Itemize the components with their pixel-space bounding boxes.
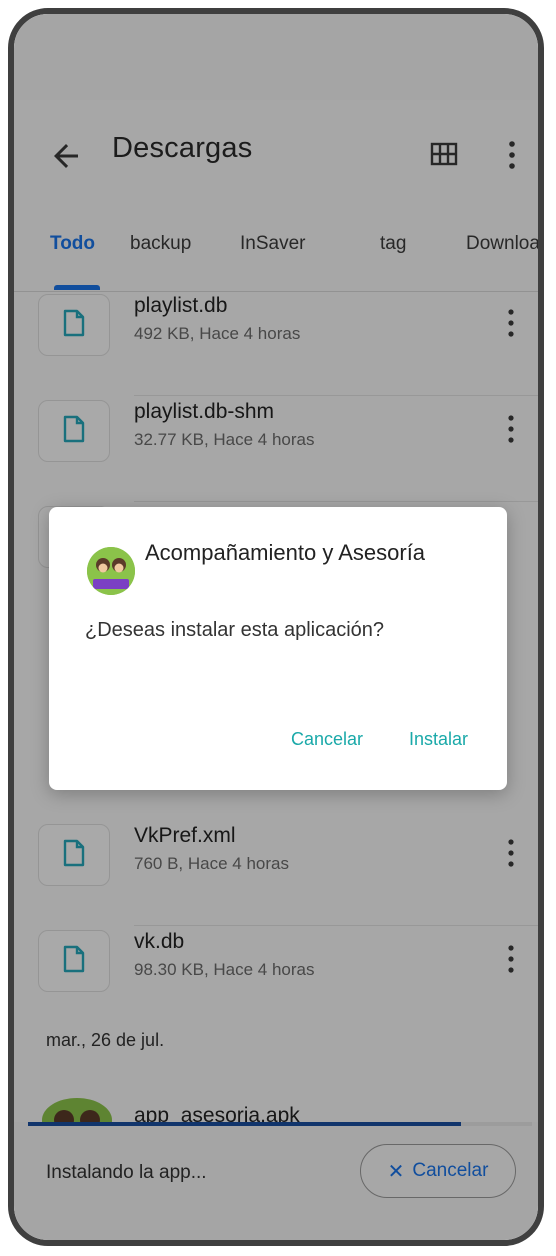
app-icon [87, 547, 135, 595]
tab-tag[interactable]: tag [380, 233, 406, 255]
date-group-header: mar., 26 de jul. [46, 1030, 165, 1050]
install-status: Instalando la app... [46, 1162, 207, 1183]
page-title: Descargas [112, 132, 253, 164]
file-thumbnail [38, 294, 110, 356]
file-thumbnail [38, 930, 110, 992]
file-more-icon[interactable] [504, 836, 518, 870]
list-item[interactable]: vk.db 98.30 KB, Hace 4 horas [14, 926, 538, 1032]
grid-view-icon[interactable] [430, 142, 458, 166]
file-more-icon[interactable] [504, 412, 518, 446]
file-icon [63, 309, 85, 337]
dialog-question: ¿Deseas instalar esta aplicación? [85, 619, 385, 641]
app-header: Descargas [14, 100, 538, 210]
more-options-icon[interactable] [502, 138, 522, 172]
file-name: vk.db [134, 930, 185, 953]
tab-download[interactable]: Downloa [466, 233, 538, 255]
file-more-icon[interactable] [504, 306, 518, 340]
install-button[interactable]: Instalar [409, 729, 468, 750]
folder-tabs: Todo backup InSaver tag Downloa [14, 219, 538, 292]
list-item[interactable]: VkPref.xml 760 B, Hace 4 horas [14, 820, 538, 926]
close-icon: ✕ [387, 1160, 405, 1183]
list-item[interactable]: playlist.db 492 KB, Hace 4 horas [14, 290, 538, 396]
file-name: VkPref.xml [134, 824, 236, 847]
file-icon [63, 839, 85, 867]
back-arrow-icon[interactable] [48, 138, 84, 174]
file-thumbnail [38, 824, 110, 886]
status-bar [14, 14, 538, 100]
file-meta: 32.77 KB, Hace 4 horas [134, 430, 315, 449]
install-progress-bar: Instalando la app... ✕ Cancelar [14, 1122, 538, 1240]
tab-insaver[interactable]: InSaver [240, 233, 305, 255]
file-meta: 760 B, Hace 4 horas [134, 854, 289, 873]
file-more-icon[interactable] [504, 942, 518, 976]
file-name: playlist.db [134, 294, 228, 317]
cancel-label: Cancelar [412, 1160, 489, 1181]
file-icon [63, 415, 85, 443]
cancel-button[interactable]: Cancelar [291, 729, 363, 750]
file-name: playlist.db-shm [134, 400, 275, 423]
progress-track [28, 1122, 532, 1126]
install-dialog: Acompañamiento y Asesoría ¿Deseas instal… [49, 507, 507, 790]
tab-todo[interactable]: Todo [50, 233, 95, 255]
file-meta: 98.30 KB, Hace 4 horas [134, 960, 315, 979]
list-item[interactable]: playlist.db-shm 32.77 KB, Hace 4 horas [14, 396, 538, 502]
progress-fill [28, 1122, 462, 1126]
dialog-app-title: Acompañamiento y Asesoría [145, 540, 426, 565]
file-thumbnail [38, 400, 110, 462]
tab-backup[interactable]: backup [130, 233, 191, 255]
file-meta: 492 KB, Hace 4 horas [134, 324, 301, 343]
cancel-install-button[interactable]: ✕ Cancelar [360, 1144, 516, 1198]
file-icon [63, 945, 85, 973]
